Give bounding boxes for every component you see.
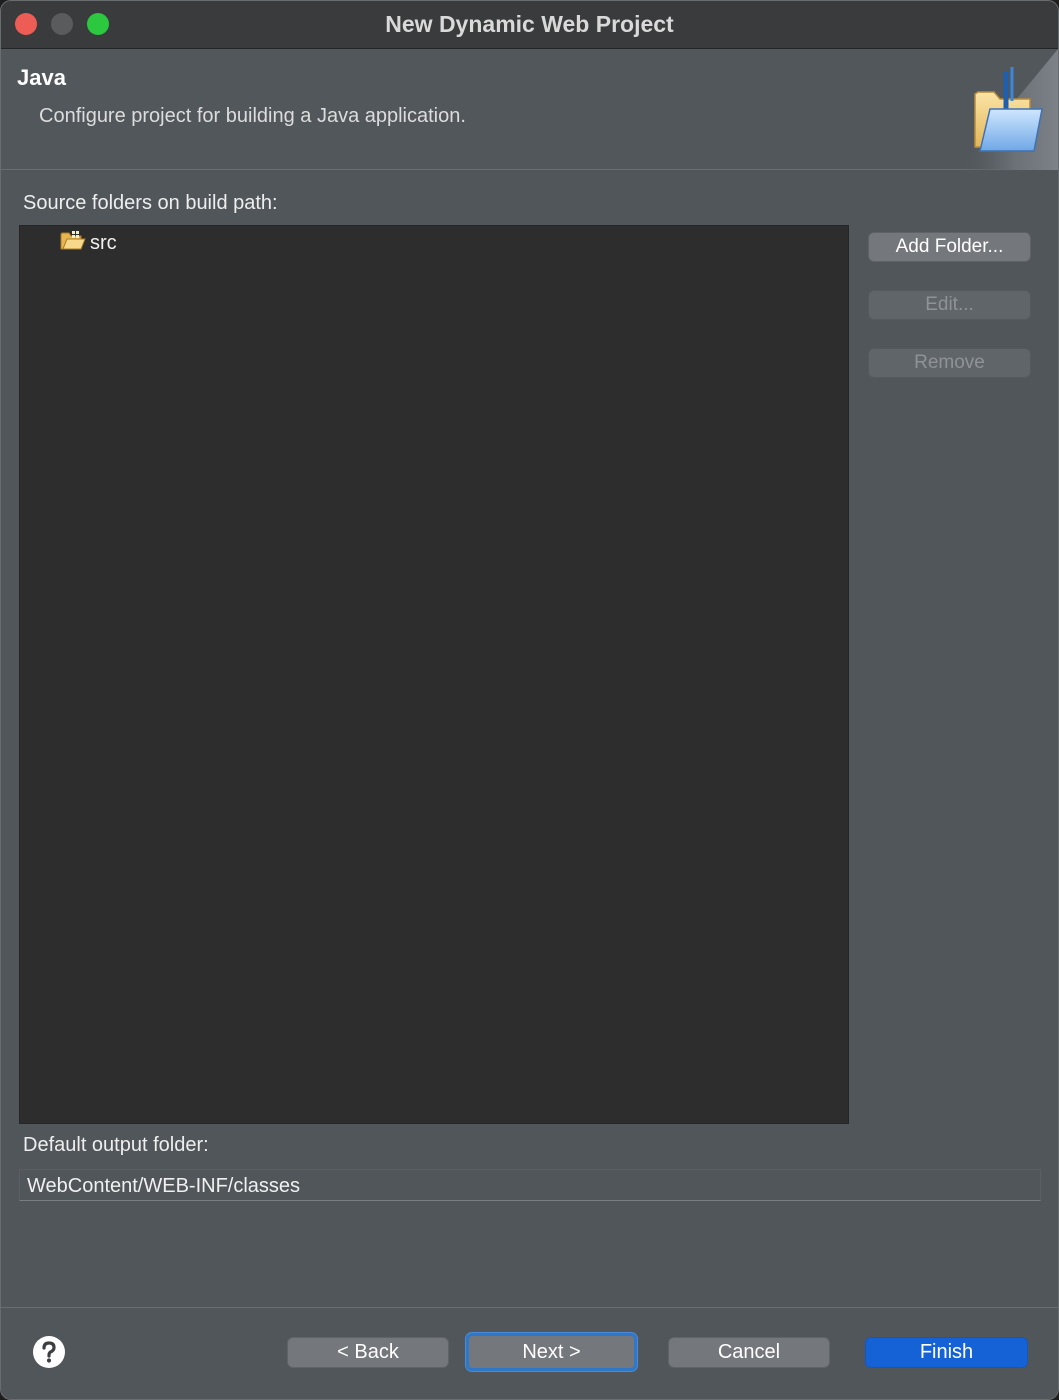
dialog-window: New Dynamic Web Project Java Configure p… — [0, 0, 1059, 1400]
page-description: Configure project for building a Java ap… — [39, 105, 466, 127]
title-bar[interactable]: New Dynamic Web Project — [1, 1, 1058, 49]
add-folder-button[interactable]: Add Folder... — [868, 232, 1031, 262]
next-button[interactable]: Next > — [466, 1333, 637, 1371]
cancel-button[interactable]: Cancel — [668, 1337, 830, 1368]
java-folder-wizard-icon — [918, 49, 1058, 170]
edit-button[interactable]: Edit... — [868, 290, 1031, 320]
output-folder-label: Default output folder: — [23, 1134, 209, 1156]
window-title: New Dynamic Web Project — [385, 11, 674, 37]
footer-divider — [1, 1307, 1058, 1308]
source-folder-icon — [60, 230, 86, 257]
output-folder-field[interactable]: WebContent/WEB-INF/classes — [19, 1169, 1041, 1201]
finish-button[interactable]: Finish — [865, 1337, 1028, 1368]
source-folders-label: Source folders on build path: — [23, 192, 278, 214]
wizard-banner: Java Configure project for building a Ja… — [1, 49, 1058, 170]
source-folders-tree[interactable]: src — [19, 225, 849, 1124]
back-button[interactable]: < Back — [287, 1337, 449, 1368]
remove-button[interactable]: Remove — [868, 348, 1031, 378]
tree-item-label: src — [90, 231, 117, 254]
help-icon[interactable] — [32, 1335, 66, 1369]
page-title: Java — [17, 65, 66, 90]
tree-item-src[interactable]: src — [60, 230, 117, 256]
